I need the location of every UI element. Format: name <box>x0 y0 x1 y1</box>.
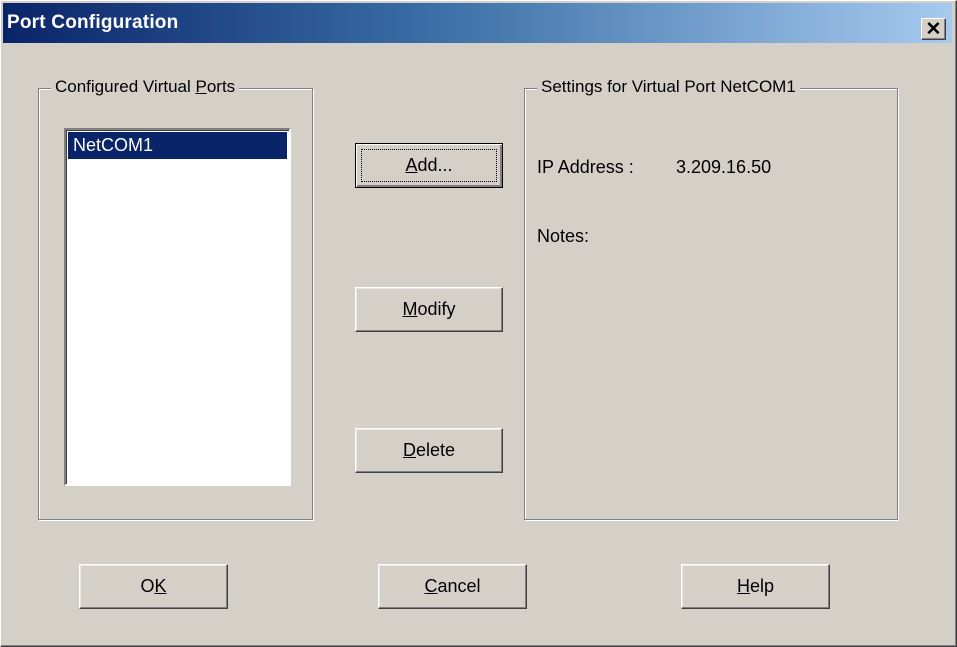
close-icon: ✕ <box>925 18 942 40</box>
window-title: Port Configuration <box>7 12 179 33</box>
cancel-button[interactable]: Cancel <box>378 564 527 609</box>
add-button[interactable]: Add... <box>355 143 503 188</box>
list-item-netcom1[interactable]: NetCOM1 <box>68 132 287 159</box>
modify-button[interactable]: Modify <box>355 287 503 332</box>
title-bar[interactable]: Port Configuration ✕ <box>3 3 952 43</box>
virtual-ports-list[interactable]: NetCOM1 <box>64 128 291 486</box>
settings-legend: Settings for Virtual Port NetCOM1 <box>537 77 800 97</box>
modify-button-label: Modify <box>402 299 456 319</box>
ok-button-label: OK <box>140 576 167 596</box>
help-button[interactable]: Help <box>681 564 830 609</box>
notes-label: Notes: <box>537 226 590 246</box>
cancel-button-label: Cancel <box>424 576 481 596</box>
help-button-label: Help <box>736 576 775 596</box>
ip-address-value: 3.209.16.50 <box>676 157 772 177</box>
delete-button-label: Delete <box>402 440 456 460</box>
configured-ports-legend: Configured Virtual Ports <box>51 77 240 97</box>
settings-group: Settings for Virtual Port NetCOM1 <box>524 77 898 520</box>
port-configuration-dialog: Port Configuration ✕ Configured Virtual … <box>0 0 957 647</box>
ip-address-label: IP Address : <box>537 157 634 177</box>
ok-button[interactable]: OK <box>79 564 228 609</box>
delete-button[interactable]: Delete <box>355 428 503 473</box>
add-button-label: Add... <box>405 155 453 175</box>
close-button[interactable]: ✕ <box>921 18 946 40</box>
